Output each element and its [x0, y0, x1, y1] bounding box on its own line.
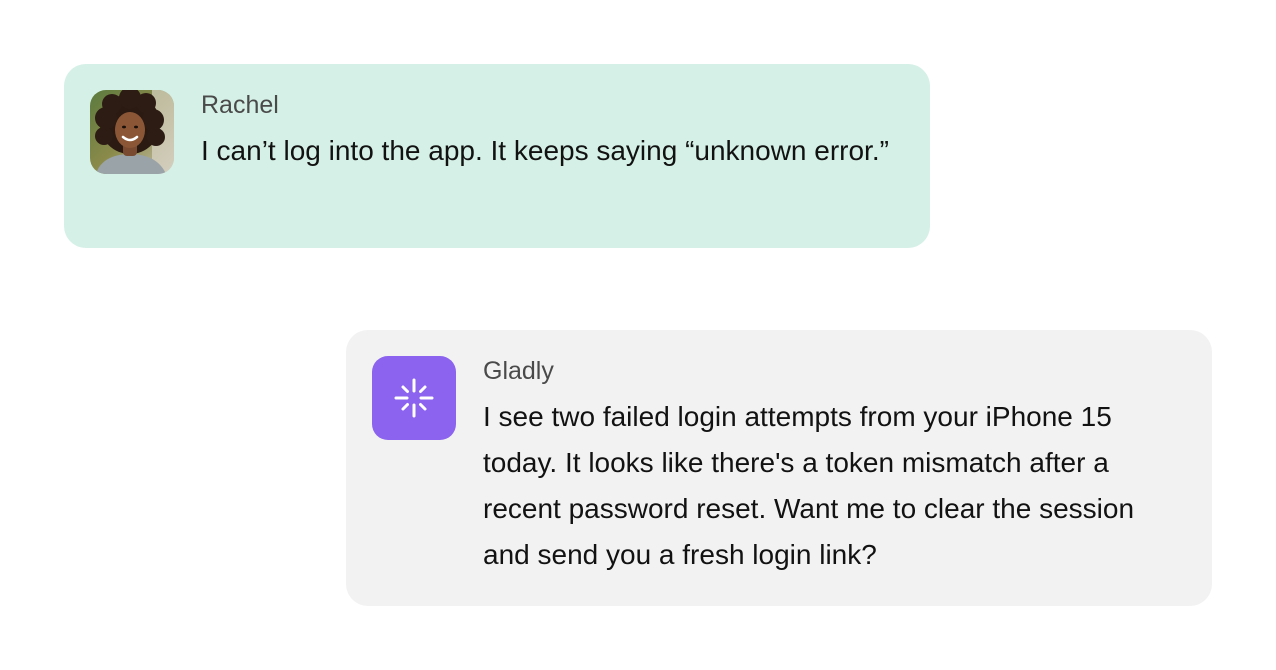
- sparkle-icon: [394, 378, 434, 418]
- agent-sender-name: Gladly: [483, 357, 554, 385]
- user-message-bubble: Rachel I can’t log into the app. It keep…: [64, 64, 930, 248]
- user-sender-name: Rachel: [201, 91, 279, 119]
- avatar-photo-icon: [90, 90, 174, 174]
- user-avatar: [90, 90, 174, 174]
- user-message-text: I can’t log into the app. It keeps sayin…: [201, 135, 889, 166]
- agent-message-bubble: Gladly I see two failed login attempts f…: [346, 330, 1212, 606]
- agent-logo: [372, 356, 456, 440]
- agent-message-text: I see two failed login attempts from you…: [483, 401, 1135, 570]
